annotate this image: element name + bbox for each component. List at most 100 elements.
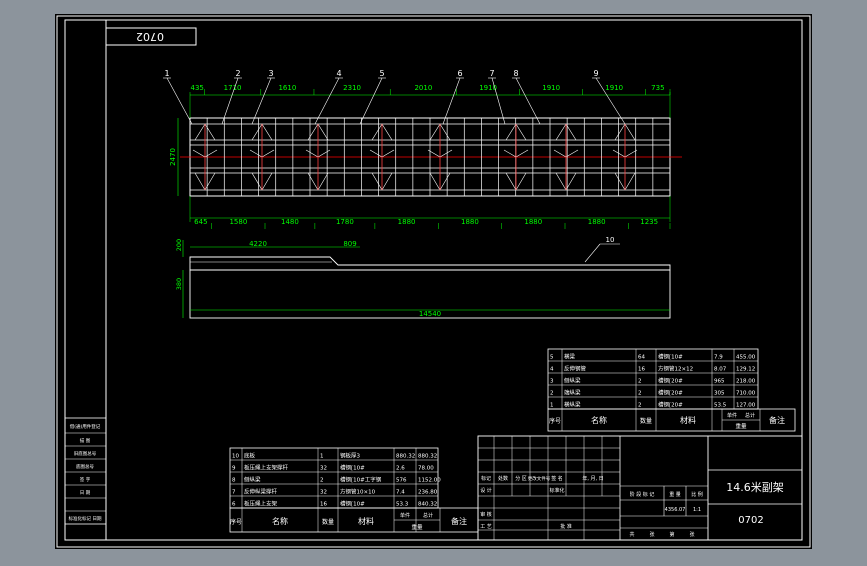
table-cell: 8.07 (714, 367, 727, 373)
table-cell: 槽钢[10# (340, 464, 365, 472)
table-cell: 880.32 (418, 454, 437, 460)
header-total: 总计 (423, 512, 433, 519)
bottom-dim-text: 1235 (640, 218, 658, 226)
tb-process: 工 艺 (480, 524, 492, 530)
tb-sheet-total: 共 (629, 531, 634, 538)
header-weight: 重量 (411, 523, 423, 531)
side-dim-length: 4220 (249, 240, 267, 248)
table-cell: 3 (550, 379, 554, 385)
table-cell: 板压绳上支架撑杆 (244, 464, 289, 472)
tb-date: 年, 月, 日 (582, 475, 603, 482)
header-qty: 数量 (322, 518, 334, 526)
table-cell: 16 (320, 502, 327, 508)
table-cell: 侧纵梁 (564, 377, 581, 385)
table-cell: 槽钢[10# (658, 353, 683, 361)
table-cell: 2 (638, 379, 642, 385)
width-dim-text: 2470 (169, 148, 177, 166)
tb-mark: 标记 (481, 475, 491, 482)
drawing-number: 0702 (738, 515, 763, 526)
table-cell: 槽钢[20# (658, 401, 683, 409)
table-cell: 槽钢[10# (340, 500, 365, 508)
top-dim-text: 735 (651, 84, 664, 92)
tb-review: 审 核 (480, 511, 492, 518)
header-no: 序号 (230, 518, 242, 526)
table-cell: 方钢管12×12 (658, 365, 693, 373)
table-cell: 2 (320, 478, 324, 484)
table-cell: 710.00 (736, 391, 756, 397)
tb-count: 处数 (498, 475, 508, 482)
table-cell: 横梁 (564, 353, 576, 361)
side-h1-text: 200 (175, 239, 183, 251)
table-cell: 反伸钢管 (564, 365, 587, 373)
top-dim-text: 1910 (605, 84, 623, 92)
table-cell: 方钢管10×10 (340, 488, 376, 496)
part-label: 5 (379, 69, 384, 78)
tb-scale-label: 比 例 (691, 491, 703, 498)
bottom-dim-text: 1780 (336, 218, 354, 226)
tb-signature: 签 名 (551, 475, 563, 482)
header-qty: 数量 (640, 417, 652, 425)
tb-weight-label: 重 量 (669, 491, 681, 498)
part-label: 4 (336, 69, 341, 78)
tb-standard: 标准化 (549, 487, 564, 494)
header-name: 名称 (272, 516, 288, 526)
tb-weight-value: 4356.07 (665, 507, 686, 513)
top-dim-text: 1910 (542, 84, 560, 92)
strip-label-1: 借(通)用件登记 (70, 423, 101, 430)
tb-change-doc: 更改文件号 (528, 475, 551, 482)
table-cell: 钢板厚3 (340, 452, 361, 460)
header-unit: 单件 (400, 512, 410, 519)
table-cell: 127.00 (736, 403, 756, 409)
strip-label-3: 旧底图总号 (74, 450, 97, 457)
table-cell: 880.32 (396, 454, 415, 460)
table-cell: 129.12 (736, 367, 755, 373)
table-cell: 16 (638, 367, 645, 373)
table-cell: 576 (396, 478, 407, 484)
table-cell: 6 (232, 502, 236, 508)
top-dim-text: 2010 (414, 84, 432, 92)
table-cell: 840.32 (418, 502, 437, 508)
bottom-dim-text: 1580 (229, 218, 247, 226)
table-cell: 53.3 (396, 502, 409, 508)
table-cell: 5 (550, 355, 554, 361)
table-cell: 64 (638, 355, 645, 361)
bottom-dim-text: 1880 (524, 218, 542, 226)
strip-label-6: 日 期 (80, 490, 91, 496)
tb-sheet-unit1: 张 (649, 531, 654, 538)
strip-label-2: 描 图 (80, 437, 91, 444)
table-cell: 槽钢[20# (658, 389, 683, 397)
header-material: 材料 (680, 415, 696, 425)
tb-design: 设 计 (480, 487, 492, 494)
table-cell: 7 (232, 490, 236, 496)
table-cell: 4 (550, 367, 554, 373)
top-dim-text: 2310 (343, 84, 361, 92)
table-cell: 反伸纵梁撑杆 (244, 488, 278, 496)
part-label: 2 (235, 69, 240, 78)
table-cell: 1 (550, 403, 554, 409)
bottom-dim-text: 1880 (588, 218, 606, 226)
table-cell: 305 (714, 391, 725, 397)
table-cell: 端纵梁 (564, 389, 581, 397)
bottom-dim-text: 1480 (281, 218, 299, 226)
header-unit: 单件 (727, 412, 737, 419)
table-cell: 32 (320, 490, 327, 496)
header-total: 总计 (745, 412, 755, 419)
header-no: 序号 (549, 417, 561, 425)
part-label: 3 (268, 69, 273, 78)
table-cell: 78.00 (418, 466, 434, 472)
cad-drawing: 0702 借(通)用件登记 描 图 旧底图总号 底图总号 签 字 日 期 标准化… (55, 14, 812, 549)
strip-label-7: 标准化标记 日期 (69, 515, 102, 522)
part-label: 7 (489, 69, 494, 78)
table-cell: 53.5 (714, 403, 727, 409)
table-cell: 965 (714, 379, 725, 385)
table-cell: 1152.00 (418, 478, 441, 484)
label-10: 10 (606, 236, 615, 244)
header-remark: 备注 (769, 415, 785, 425)
tb-zone: 分 区 (515, 475, 527, 482)
table-cell: 10 (232, 454, 239, 460)
table-cell: 9 (232, 466, 236, 472)
top-dim-text: 1710 (224, 84, 242, 92)
tb-stage: 阶 段 标 记 (630, 491, 655, 498)
tb-sheet-unit2: 张 (689, 531, 694, 538)
cad-viewport: 0702 借(通)用件登记 描 图 旧底图总号 底图总号 签 字 日 期 标准化… (0, 0, 867, 562)
